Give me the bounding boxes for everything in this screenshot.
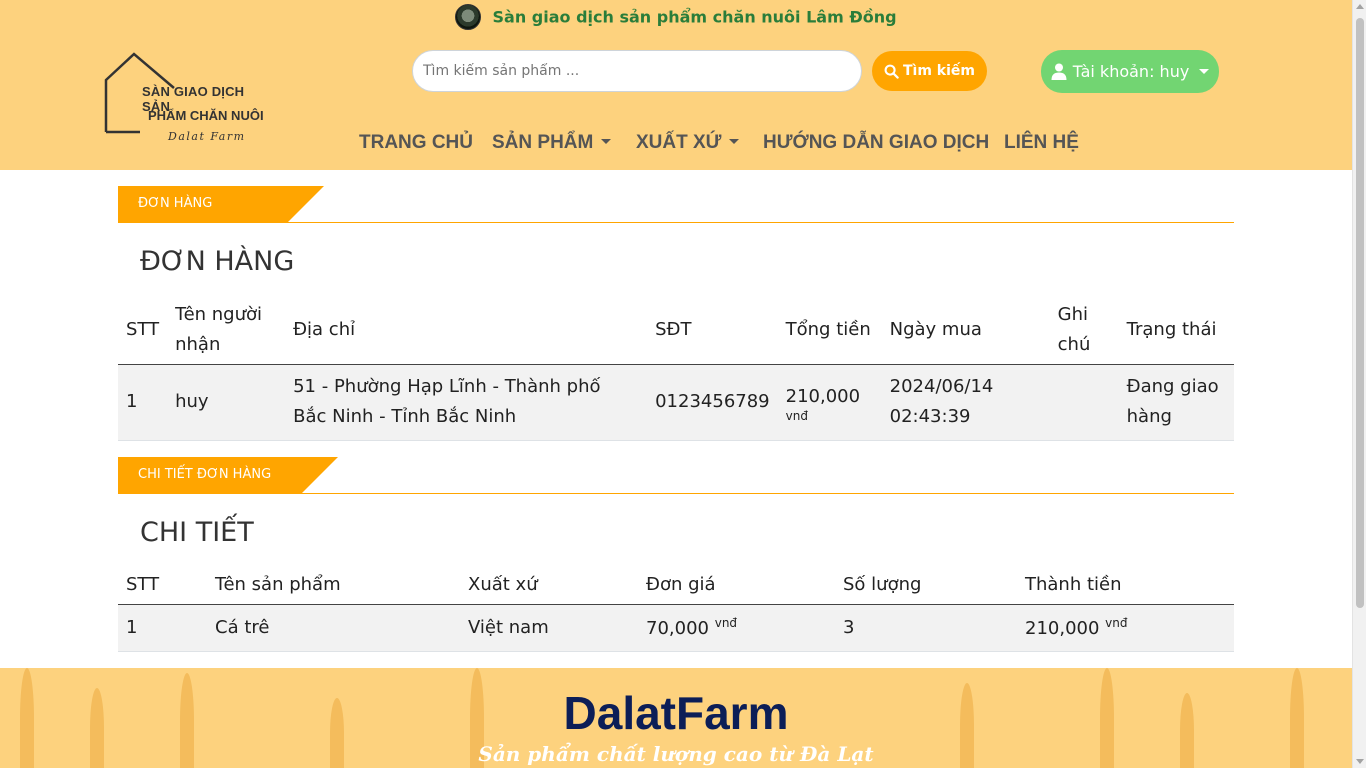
top-banner: Sàn giao dịch sản phẩm chăn nuôi Lâm Đồn… xyxy=(0,4,1352,30)
nav-item-label: XUẤT XỨ xyxy=(636,132,722,153)
user-icon xyxy=(1051,63,1067,80)
nav-item-label: TRANG CHỦ xyxy=(359,132,473,153)
table-row: 1 Cá trê Việt nam 70,000 vnđ 3 210,000 v… xyxy=(118,604,1234,651)
search-input[interactable] xyxy=(423,63,861,79)
column-header: Tên sản phẩm xyxy=(215,573,341,595)
column-header: SĐT xyxy=(655,319,692,341)
logo-line-3: Dalat Farm xyxy=(168,130,246,143)
orders-heading: ĐƠN HÀNG xyxy=(140,246,295,277)
column-header: Tổng tiền xyxy=(785,319,871,341)
order-address: 51 - Phường Hạp Lĩnh - Thành phố Bắc Nin… xyxy=(293,376,601,427)
search-icon xyxy=(884,64,899,79)
details-table: STT Tên sản phẩm Xuất xứ Đơn giá Số lượn… xyxy=(118,565,1234,652)
column-header: Ghi chú xyxy=(1057,303,1091,355)
order-total: 210,000 vnđ xyxy=(778,364,882,440)
nav-item-label: HƯỚNG DẪN GIAO DỊCH xyxy=(763,132,990,153)
footer-slogan: Sản phẩm chất lượng cao từ Đà Lạt xyxy=(478,742,874,766)
detail-origin: Việt nam xyxy=(468,617,549,638)
nav-item-origin[interactable]: XUẤT XỨ xyxy=(636,132,740,154)
column-header: Tên người nhận xyxy=(175,303,263,355)
scroll-up-arrow-icon[interactable] xyxy=(1356,4,1364,9)
order-note xyxy=(1050,364,1119,440)
order-recipient: huy xyxy=(175,391,209,412)
table-row: 1 huy 51 - Phường Hạp Lĩnh - Thành phố B… xyxy=(118,364,1234,440)
site-header: Sàn giao dịch sản phẩm chăn nuôi Lâm Đồn… xyxy=(0,0,1352,170)
detail-amount: 210,000 vnđ xyxy=(1017,604,1234,651)
order-total-value: 210,000 xyxy=(785,386,861,407)
nav-item-label: SẢN PHẨM xyxy=(492,132,594,153)
nav-item-home[interactable]: TRANG CHỦ xyxy=(359,132,473,154)
detail-product: Cá trê xyxy=(215,617,270,638)
site-logo[interactable]: SÀN GIAO DỊCH SẢN PHẨM CHĂN NUÔI Dalat F… xyxy=(100,50,270,146)
scrollbar-thumb[interactable] xyxy=(1356,18,1364,608)
details-heading: CHI TIẾT xyxy=(140,517,254,548)
table-header-row: STT Tên người nhận Địa chỉ SĐT Tổng tiền… xyxy=(118,296,1234,364)
order-phone: 0123456789 xyxy=(655,391,770,412)
nav-item-guide[interactable]: HƯỚNG DẪN GIAO DỊCH xyxy=(763,132,989,154)
table-header-row: STT Tên sản phẩm Xuất xứ Đơn giá Số lượn… xyxy=(118,565,1234,604)
footer-brand: DalatFarm xyxy=(563,687,789,739)
detail-amount-currency: vnđ xyxy=(1105,616,1128,630)
site-title: Sàn giao dịch sản phẩm chăn nuôi Lâm Đồn… xyxy=(492,7,897,27)
column-header: Đơn giá xyxy=(646,573,716,595)
account-label: Tài khoản: huy xyxy=(1072,62,1190,81)
search-button-label: Tìm kiếm xyxy=(902,63,975,79)
site-footer: DalatFarm Sản phẩm chất lượng cao từ Đà … xyxy=(0,668,1352,768)
nav-item-contact[interactable]: LIÊN HỆ xyxy=(1004,132,1079,154)
column-header: Ngày mua xyxy=(889,319,982,341)
order-status: Đang giao hàng xyxy=(1126,376,1219,427)
column-header: Địa chỉ xyxy=(293,319,356,341)
province-seal-icon xyxy=(455,4,482,30)
tab-corner xyxy=(288,186,324,222)
column-header: Trạng thái xyxy=(1126,319,1217,341)
logo-line-2: PHẨM CHĂN NUÔI xyxy=(148,108,264,123)
tab-corner xyxy=(302,457,338,493)
detail-quantity: 3 xyxy=(843,617,855,638)
chevron-down-icon xyxy=(1199,69,1210,74)
orders-table: STT Tên người nhận Địa chỉ SĐT Tổng tiền… xyxy=(118,296,1234,441)
column-header: Số lượng xyxy=(843,573,922,595)
nav-item-products[interactable]: SẢN PHẨM xyxy=(492,132,612,154)
orders-section-tab: ĐƠN HÀNG xyxy=(118,186,288,222)
chevron-down-icon xyxy=(601,138,612,144)
details-section-label: CHI TIẾT ĐƠN HÀNG xyxy=(118,457,1234,495)
detail-price-currency: vnđ xyxy=(714,616,738,630)
detail-price-value: 70,000 xyxy=(646,618,709,639)
section-divider xyxy=(118,222,1234,223)
scroll-down-arrow-icon[interactable] xyxy=(1356,759,1364,764)
order-date: 2024/06/14 02:43:39 xyxy=(889,376,994,427)
column-header: STT xyxy=(126,319,160,341)
section-divider xyxy=(118,493,1234,494)
page-scrollbar[interactable] xyxy=(1352,0,1366,768)
detail-stt: 1 xyxy=(126,617,138,638)
column-header: STT xyxy=(126,573,160,595)
column-header: Thành tiền xyxy=(1025,573,1122,595)
search-button[interactable]: Tìm kiếm xyxy=(872,51,987,91)
search-bar[interactable] xyxy=(412,50,862,92)
order-stt: 1 xyxy=(126,391,138,412)
details-section-tab: CHI TIẾT ĐƠN HÀNG xyxy=(118,457,302,493)
account-dropdown-button[interactable]: Tài khoản: huy xyxy=(1041,50,1219,93)
detail-amount-value: 210,000 xyxy=(1025,618,1100,639)
orders-section-label: ĐƠN HÀNG xyxy=(118,186,1234,224)
column-header: Xuất xứ xyxy=(468,573,538,595)
chevron-down-icon xyxy=(729,138,740,144)
nav-item-label: LIÊN HỆ xyxy=(1004,132,1079,153)
detail-price: 70,000 vnđ xyxy=(638,604,835,651)
